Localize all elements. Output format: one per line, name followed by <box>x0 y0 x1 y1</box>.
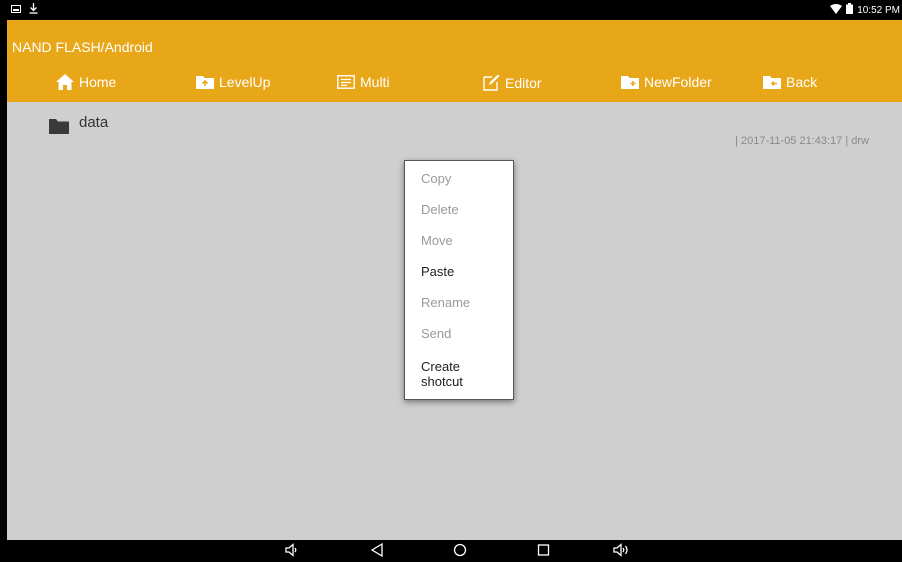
newfolder-label: NewFolder <box>644 74 712 90</box>
newfolder-button[interactable]: NewFolder <box>621 74 712 90</box>
home-button[interactable]: Home <box>56 74 116 90</box>
folder-back-icon <box>763 75 781 89</box>
edit-icon <box>483 74 500 91</box>
battery-icon <box>846 3 854 17</box>
new-folder-icon <box>621 75 639 89</box>
multi-label: Multi <box>360 74 390 90</box>
home-circle-icon[interactable] <box>453 543 467 562</box>
folder-up-icon <box>196 75 214 89</box>
screen: 10:52 PM NAND FLASH/Android Home LevelUp <box>7 0 902 562</box>
menu-item-send[interactable]: Send <box>421 326 451 341</box>
home-icon <box>56 74 74 90</box>
menu-item-create-shortcut-line1: Create <box>421 359 461 374</box>
download-icon <box>29 3 38 17</box>
app-bar: NAND FLASH/Android Home LevelUp Multi Ed… <box>7 20 902 102</box>
menu-item-create-shortcut[interactable]: Create shotcut <box>421 359 463 389</box>
menu-item-rename[interactable]: Rename <box>421 295 470 310</box>
status-bar: 10:52 PM <box>7 0 902 20</box>
levelup-button[interactable]: LevelUp <box>196 74 270 90</box>
menu-item-paste[interactable]: Paste <box>421 264 454 279</box>
back-icon[interactable] <box>370 542 383 562</box>
menu-item-delete[interactable]: Delete <box>421 202 459 217</box>
file-name: data <box>79 114 109 131</box>
context-menu: Copy Delete Move Paste Rename Send Creat… <box>404 160 514 400</box>
volume-up-icon[interactable] <box>613 543 631 562</box>
menu-item-move[interactable]: Move <box>421 233 453 248</box>
menu-item-create-shortcut-line2: shotcut <box>421 374 463 389</box>
editor-label: Editor <box>505 74 542 91</box>
back-button[interactable]: Back <box>763 74 817 90</box>
file-meta: | 2017-11-05 21:43:17 | drw <box>735 135 869 147</box>
back-label: Back <box>786 74 818 90</box>
levelup-label: LevelUp <box>219 74 271 90</box>
recents-icon[interactable] <box>537 543 550 562</box>
navigation-bar <box>7 540 902 562</box>
menu-item-copy[interactable]: Copy <box>421 171 451 186</box>
folder-icon <box>49 119 69 139</box>
volume-down-icon[interactable] <box>285 543 299 562</box>
toolbar: Home LevelUp Multi Editor NewFolder Back <box>7 72 902 98</box>
current-path: NAND FLASH/Android <box>12 39 153 55</box>
clock: 10:52 PM <box>857 4 900 16</box>
file-list: data | 2017-11-05 21:43:17 | drw Copy De… <box>7 102 902 540</box>
multi-select-icon <box>337 75 355 89</box>
home-label: Home <box>79 74 117 90</box>
wifi-icon <box>830 3 843 17</box>
screenshot-icon <box>11 4 21 17</box>
editor-button[interactable]: Editor <box>483 74 542 91</box>
list-item[interactable]: data | 2017-11-05 21:43:17 | drw <box>49 114 869 164</box>
multi-button[interactable]: Multi <box>337 74 390 90</box>
